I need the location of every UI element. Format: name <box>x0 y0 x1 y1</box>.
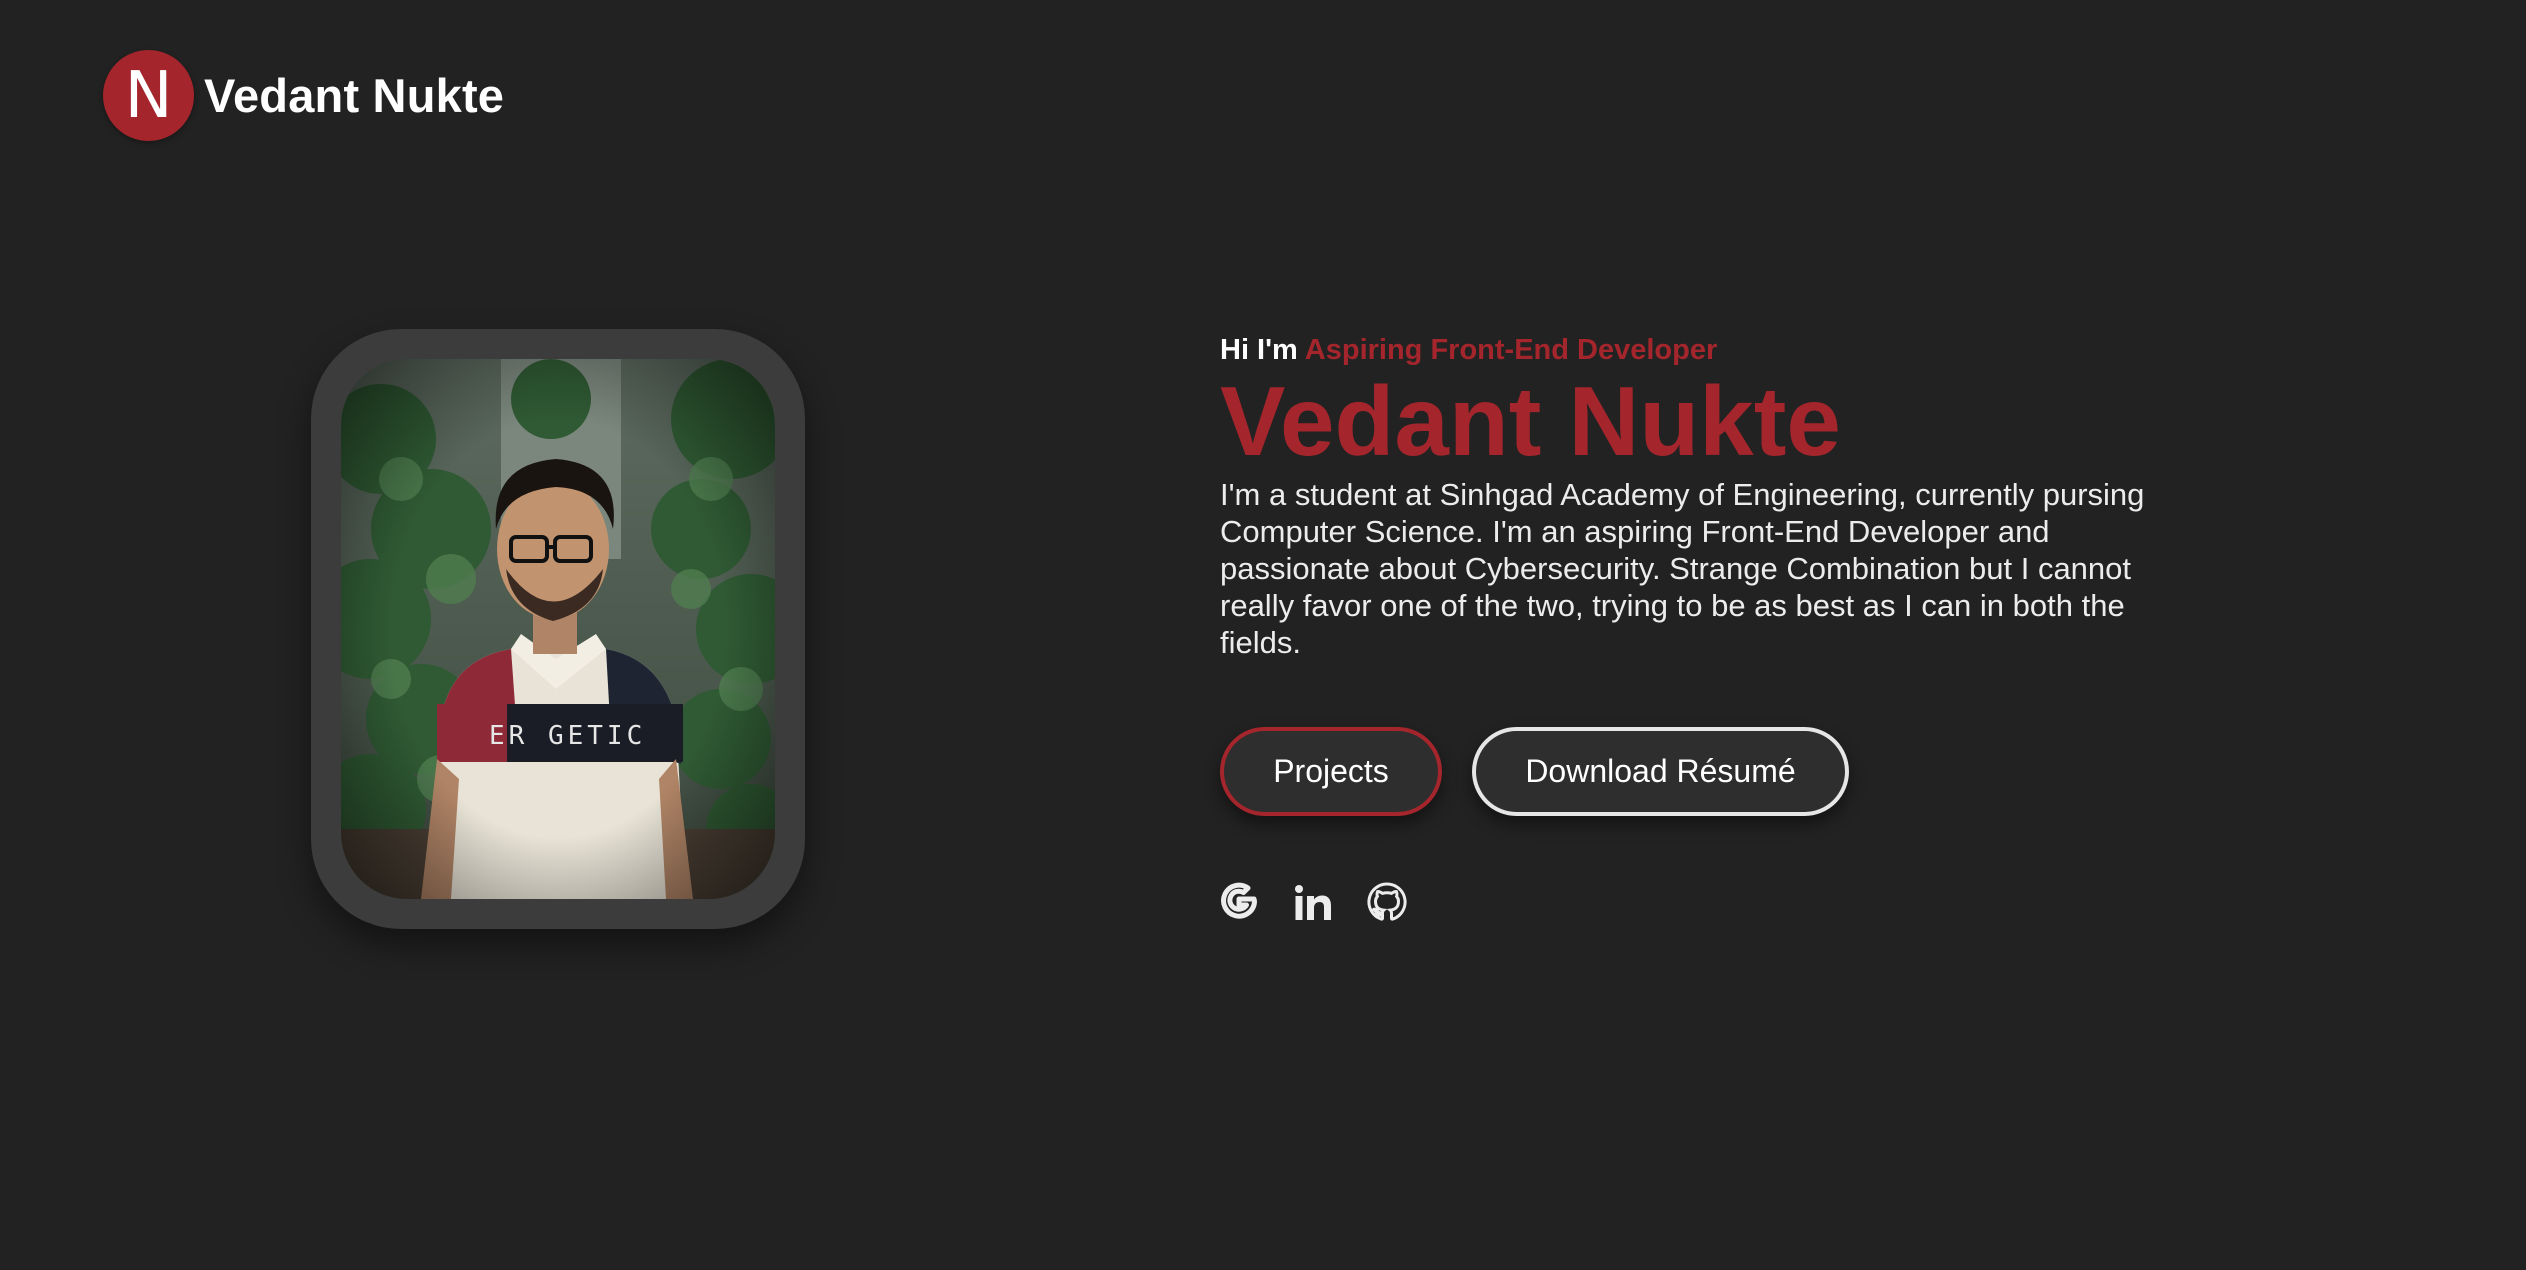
hero-section: Hi I'm Aspiring Front-End Developer Veda… <box>1220 330 2200 661</box>
page: N Vedant Nukte Hi I'm Aspiring Front-End… <box>0 0 2526 1270</box>
google-icon[interactable] <box>1219 882 1259 922</box>
profile-photo: ER GETIC <box>341 359 775 899</box>
linkedin-icon[interactable] <box>1293 882 1333 922</box>
projects-button[interactable]: Projects <box>1220 727 1442 816</box>
profile-photo-frame: ER GETIC <box>311 329 805 929</box>
brand-logo: N <box>103 50 194 141</box>
social-links <box>1219 882 1407 922</box>
greeting-line: Hi I'm Aspiring Front-End Developer <box>1220 330 2200 370</box>
greeting-text: Hi I'm <box>1220 334 1298 366</box>
role-text: Aspiring Front-End Developer <box>1304 334 1718 366</box>
brand-link[interactable]: N Vedant Nukte <box>103 50 504 141</box>
github-icon[interactable] <box>1367 882 1407 922</box>
cta-buttons: Projects Download Résumé <box>1220 727 1849 816</box>
bio-text: I'm a student at Sinhgad Academy of Engi… <box>1220 477 2145 660</box>
download-resume-button[interactable]: Download Résumé <box>1472 727 1849 816</box>
brand-name: Vedant Nukte <box>204 69 505 122</box>
hero-name: Vedant Nukte <box>1220 366 1841 476</box>
